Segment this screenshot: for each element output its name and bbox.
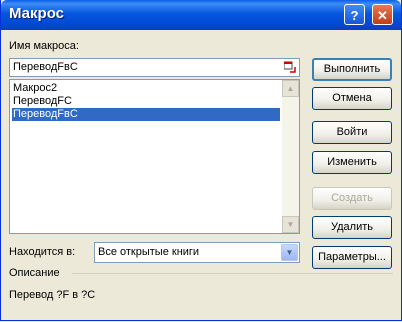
chevron-down-icon[interactable]: ▼ — [281, 244, 298, 261]
step-into-button[interactable]: Войти — [312, 121, 392, 144]
list-item[interactable]: ПереводFвC — [12, 108, 280, 121]
edit-button[interactable]: Изменить — [312, 151, 392, 174]
create-button[interactable]: Создать — [312, 187, 392, 210]
list-scrollbar[interactable]: ▲ ▼ — [282, 80, 299, 233]
list-item[interactable]: Макрос2 — [12, 82, 280, 95]
description-divider — [72, 273, 393, 274]
description-label: Описание — [9, 267, 60, 279]
macro-list[interactable]: Макрос2 ПереводFC ПереводFвC ▲ ▼ — [9, 79, 300, 234]
close-button[interactable]: ✕ — [372, 4, 393, 25]
description-text: Перевод ?F в ?C — [9, 289, 96, 301]
help-button[interactable]: ? — [344, 4, 365, 25]
window-title: Макрос — [9, 5, 64, 22]
run-button[interactable]: Выполнить — [312, 58, 392, 81]
run-button-label: Выполнить — [323, 63, 381, 75]
collapse-dialog-icon[interactable] — [283, 61, 296, 73]
create-button-label: Создать — [331, 192, 373, 204]
cancel-button[interactable]: Отмена — [312, 87, 392, 110]
scroll-up-icon[interactable]: ▲ — [282, 80, 299, 97]
step-into-button-label: Войти — [336, 126, 368, 138]
cancel-button-label: Отмена — [332, 92, 372, 104]
location-value: Все открытые книги — [98, 246, 200, 258]
macro-name-input[interactable]: ПереводFвC — [9, 58, 300, 77]
options-button-label: Параметры... — [318, 251, 386, 263]
location-select[interactable]: Все открытые книги ▼ — [94, 242, 300, 263]
delete-button[interactable]: Удалить — [312, 216, 392, 239]
scroll-down-icon[interactable]: ▼ — [282, 216, 299, 233]
location-label: Находится в: — [9, 246, 76, 258]
macro-dialog: Макрос ? ✕ Имя макроса: ПереводFвC Макро… — [0, 0, 402, 321]
delete-button-label: Удалить — [331, 221, 373, 233]
edit-button-label: Изменить — [327, 156, 377, 168]
macro-name-value: ПереводFвC — [13, 61, 78, 73]
macro-name-label: Имя макроса: — [9, 40, 79, 52]
title-bar: Макрос ? ✕ — [1, 0, 401, 30]
options-button[interactable]: Параметры... — [312, 246, 392, 269]
list-item[interactable]: ПереводFC — [12, 95, 280, 108]
